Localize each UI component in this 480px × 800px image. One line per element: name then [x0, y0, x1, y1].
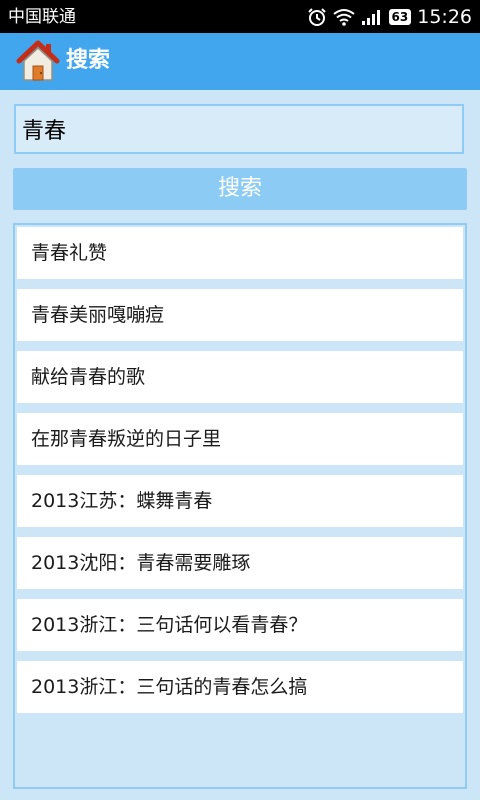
home-icon[interactable] [15, 39, 61, 83]
search-field-box [14, 104, 464, 154]
list-item[interactable]: 2013浙江：三句话何以看青春？ [17, 599, 463, 651]
wifi-icon [332, 9, 355, 26]
status-bar: 中国联通 63 15:26 [0, 0, 480, 33]
list-item[interactable]: 献给青春的歌 [17, 351, 463, 403]
battery-icon: 63 [388, 9, 412, 25]
results-list: 青春礼赞 青春美丽嘎嘣痘 献给青春的歌 在那青春叛逆的日子里 2013江苏：蝶舞… [13, 223, 467, 789]
search-button[interactable]: 搜索 [13, 168, 467, 210]
status-right: 63 15:26 [307, 4, 472, 30]
carrier-label: 中国联通 [8, 7, 76, 27]
list-item[interactable]: 2013江苏：蝶舞青春 [17, 475, 463, 527]
page-title: 搜索 [66, 48, 111, 73]
list-item[interactable]: 在那青春叛逆的日子里 [17, 413, 463, 465]
search-input[interactable] [16, 106, 462, 152]
clock: 15:26 [417, 6, 472, 28]
alarm-icon [307, 8, 326, 26]
app-header: 搜索 [0, 33, 480, 90]
list-item[interactable]: 青春美丽嘎嘣痘 [17, 289, 463, 341]
app-screen: 中国联通 63 15:26 搜索 青春 搜索 青春礼赞 青春美丽嘎嘣痘 献给青春… [0, 0, 480, 800]
signal-icon [361, 10, 380, 25]
list-item[interactable]: 2013浙江：三句话的青春怎么搞 [17, 661, 463, 713]
list-item[interactable]: 2013沈阳：青春需要雕琢 [17, 537, 463, 589]
list-item[interactable]: 青春礼赞 [17, 227, 463, 279]
